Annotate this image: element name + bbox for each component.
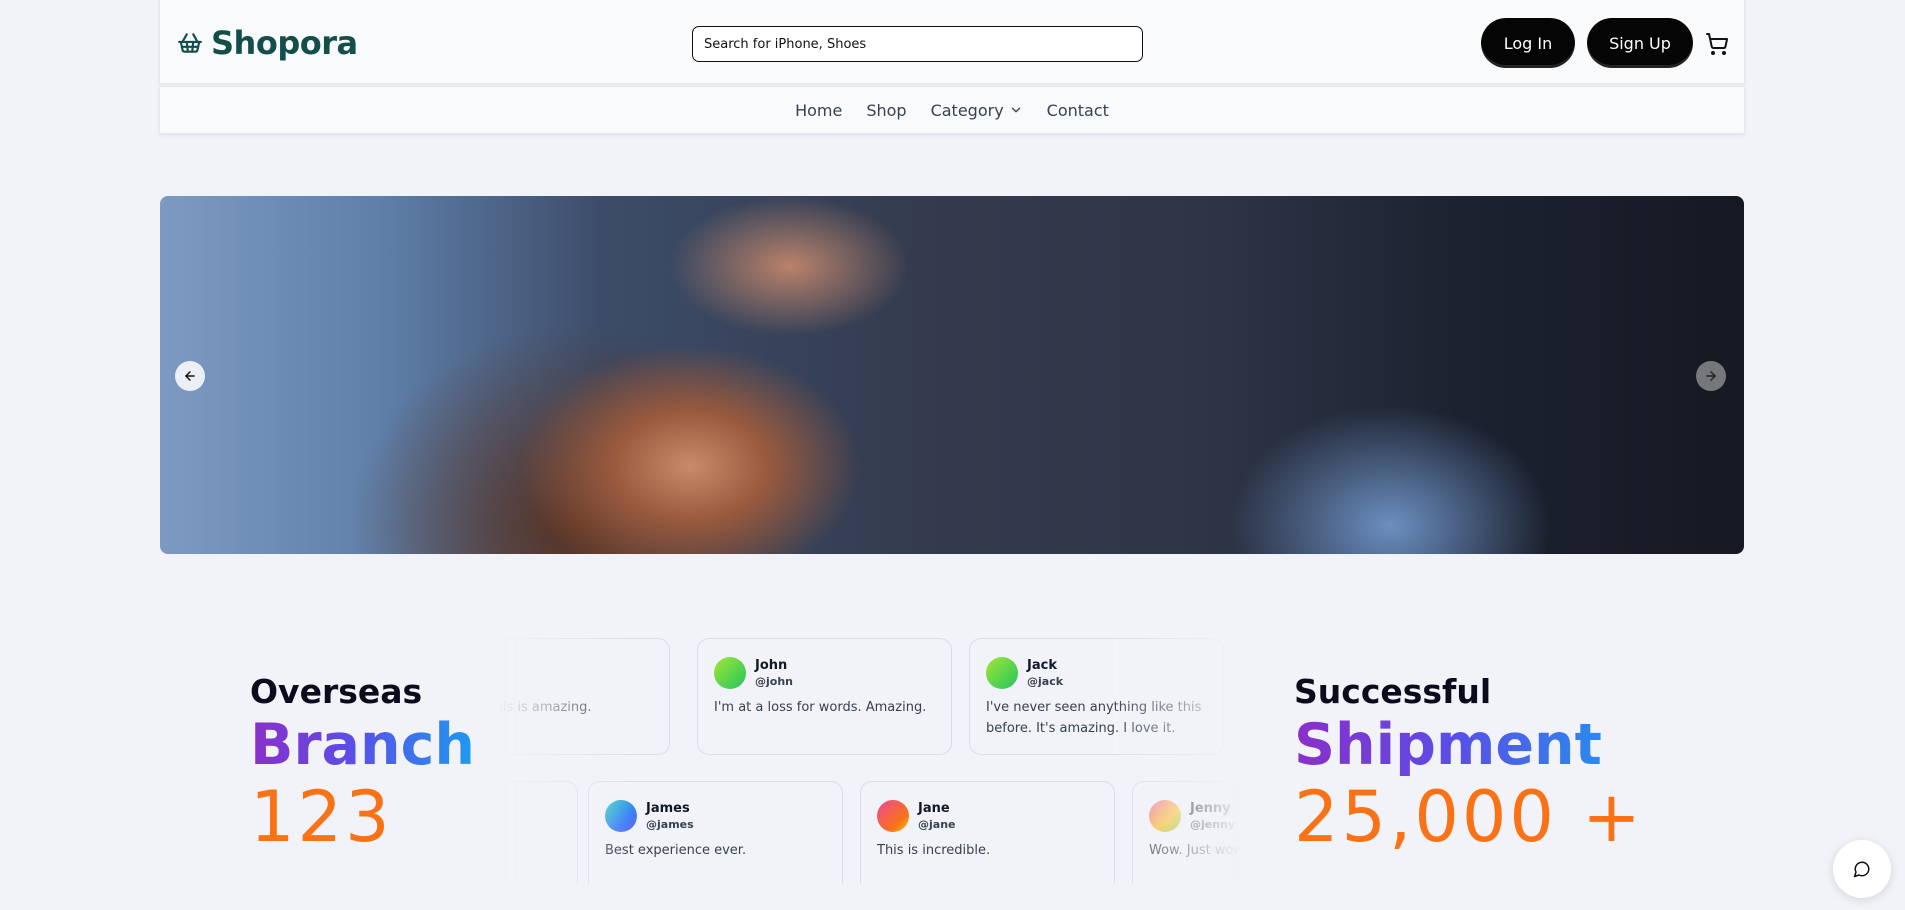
carousel-next-button[interactable] [1696, 361, 1726, 391]
search-input[interactable] [692, 26, 1143, 62]
chat-button[interactable] [1833, 840, 1891, 898]
carousel-prev-button[interactable] [175, 361, 205, 391]
hero-carousel [160, 196, 1744, 554]
chat-bubble-icon [1853, 861, 1870, 878]
testimonial-card: Jenny @jenny Wow. Just wow. [1132, 781, 1243, 884]
avatar [877, 800, 909, 832]
testimonial-handle: @jenny [1190, 818, 1236, 831]
brand-name: Shopora [211, 24, 358, 62]
testimonial-handle: @jane [918, 818, 956, 831]
arrow-left-icon [185, 371, 195, 381]
avatar [714, 657, 746, 689]
testimonial-card: Jane @jane This is incredible. [860, 781, 1115, 884]
hero-image [160, 196, 1744, 554]
stat-number: 123 [250, 776, 393, 858]
avatar [1149, 800, 1181, 832]
avatar [986, 657, 1018, 689]
testimonial-card: Jack @jack I've never seen anything like… [969, 638, 1224, 755]
testimonial-marquee: …hless. This is amazing. John @john I'm … [497, 638, 1243, 884]
login-button[interactable]: Log In [1481, 18, 1575, 68]
testimonial-text: Best experience ever. [605, 843, 747, 858]
stat-overseas-branch: Overseas Branch 123 [250, 672, 475, 856]
testimonial-name: Jane [918, 801, 950, 816]
top-header: Shopora Log In Sign Up [159, 0, 1745, 84]
main-nav: Home Shop Category Contact [159, 86, 1745, 134]
brand-logo[interactable]: Shopora [177, 23, 358, 63]
testimonial-text: I've never seen anything like this befor… [986, 700, 1202, 736]
testimonial-card [497, 781, 578, 884]
cart-icon[interactable] [1705, 32, 1729, 56]
testimonial-text: Wow. Just wow. [1149, 843, 1243, 858]
nav-contact[interactable]: Contact [1047, 101, 1109, 120]
stat-label: Successful [1294, 672, 1492, 711]
testimonial-handle: @john [755, 675, 793, 688]
stat-word: Branch [250, 712, 475, 778]
testimonial-card: James @james Best experience ever. [588, 781, 843, 884]
nav-category[interactable]: Category [931, 101, 1023, 120]
nav-category-label: Category [930, 100, 1004, 120]
testimonial-handle: @james [646, 818, 694, 831]
stat-successful-shipment: Successful Shipment 25,000 + [1294, 672, 1644, 856]
avatar [605, 800, 637, 832]
testimonial-text: …hless. This is amazing. [497, 700, 592, 715]
stat-label: Overseas [250, 672, 423, 711]
testimonial-name: Jack [1027, 658, 1057, 673]
stat-number: 25,000 + [1294, 776, 1644, 858]
testimonial-text: This is incredible. [877, 843, 991, 858]
testimonial-card: John @john I'm at a loss for words. Amaz… [697, 638, 952, 755]
testimonial-name: Jenny [1190, 801, 1231, 816]
testimonial-handle: @jack [1027, 675, 1064, 688]
basket-icon [178, 33, 202, 53]
arrow-right-icon [1706, 371, 1716, 381]
testimonial-text: I'm at a loss for words. Amazing. [714, 700, 927, 715]
testimonial-name: James [646, 801, 690, 816]
nav-home[interactable]: Home [795, 101, 842, 120]
nav-shop[interactable]: Shop [866, 101, 906, 120]
testimonial-card: …hless. This is amazing. [497, 638, 670, 755]
testimonial-name: John [755, 658, 788, 673]
signup-button[interactable]: Sign Up [1587, 18, 1693, 68]
chevron-down-icon [1011, 107, 1020, 113]
stat-word: Shipment [1294, 712, 1644, 778]
